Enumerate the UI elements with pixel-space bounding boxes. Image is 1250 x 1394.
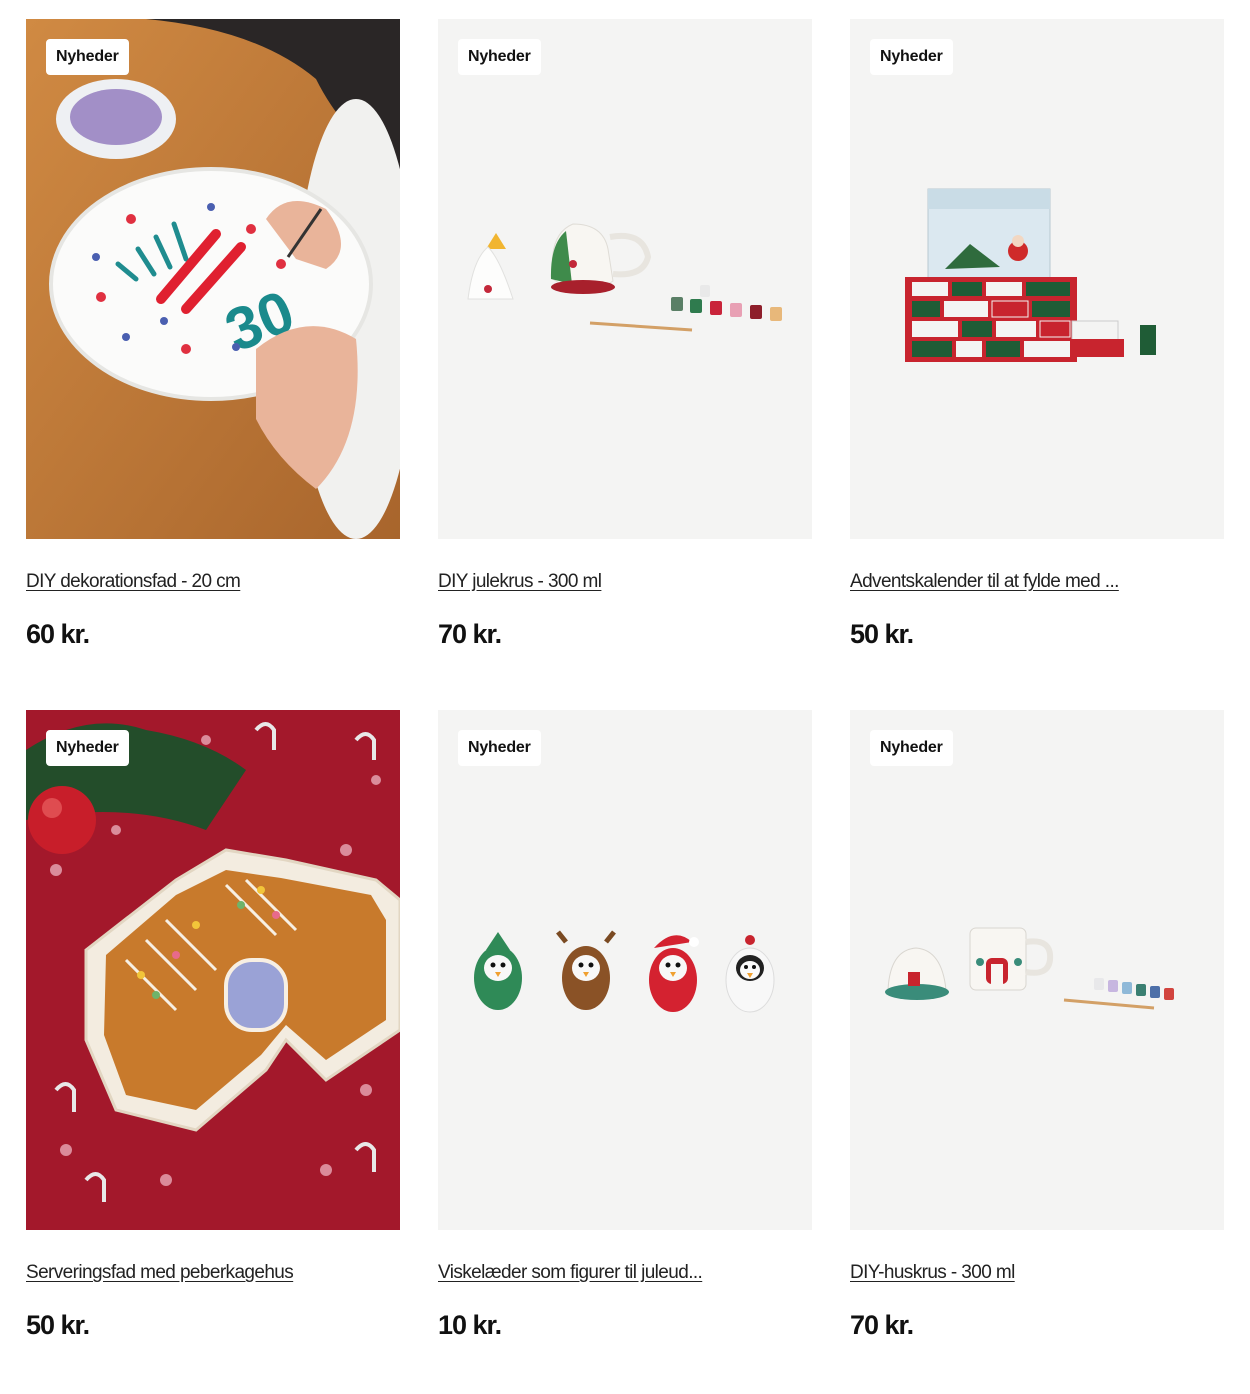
- product-title-link[interactable]: Adventskalender til at fylde med ...: [850, 571, 1119, 593]
- product-price: 50 kr.: [26, 1310, 90, 1340]
- new-badge: Nyheder: [46, 39, 129, 75]
- product-card[interactable]: Nyheder Serveringsfad med peberkagehus 5…: [26, 710, 400, 1341]
- product-card[interactable]: Nyheder DIY-huskrus - 300 ml 70 kr.: [850, 710, 1224, 1341]
- product-price: 50 kr.: [850, 619, 914, 649]
- product-image[interactable]: Nyheder: [850, 19, 1224, 539]
- penguin-snowman: [725, 935, 775, 1013]
- product-image[interactable]: 30 Nyheder: [26, 19, 400, 539]
- product-photo-advent-calendar-box: [905, 188, 1156, 362]
- product-photo-gingerbread-plate: [26, 710, 400, 1230]
- product-image[interactable]: Nyheder: [438, 710, 812, 1230]
- product-title-link[interactable]: Serveringsfad med peberkagehus: [26, 1262, 294, 1284]
- product-price: 70 kr.: [850, 1310, 914, 1340]
- product-price: 60 kr.: [26, 619, 90, 649]
- product-photo-penguin-erasers: [474, 930, 775, 1013]
- penguin-reindeer: [556, 930, 616, 1010]
- product-grid: 30 Nyheder DIY dekorationsfad - 20 cm 60…: [0, 0, 1250, 1394]
- new-badge: Nyheder: [46, 730, 129, 766]
- product-price: 70 kr.: [438, 619, 502, 649]
- product-title-link[interactable]: Viskelæder som figurer til juleud...: [438, 1262, 703, 1284]
- new-badge: Nyheder: [458, 39, 541, 75]
- product-title-link[interactable]: DIY dekorationsfad - 20 cm: [26, 571, 241, 593]
- penguin-tree: [474, 932, 522, 1010]
- new-badge: Nyheder: [870, 39, 953, 75]
- product-card[interactable]: Nyheder DIY julekrus - 300 ml 70 kr.: [438, 19, 812, 650]
- product-card[interactable]: Nyheder Adventskalender til at fylde med…: [850, 19, 1224, 650]
- new-badge: Nyheder: [458, 730, 541, 766]
- product-title-link[interactable]: DIY julekrus - 300 ml: [438, 571, 602, 593]
- product-card[interactable]: 30 Nyheder DIY dekorationsfad - 20 cm 60…: [26, 19, 400, 650]
- product-photo-house-mug-kit: [885, 927, 1174, 1010]
- product-card[interactable]: Nyheder Viskelæder som figurer til juleu…: [438, 710, 812, 1341]
- product-image[interactable]: Nyheder: [438, 19, 812, 539]
- product-photo-plate-painting: 30: [26, 19, 400, 539]
- penguin-santa: [649, 935, 699, 1012]
- new-badge: Nyheder: [870, 730, 953, 766]
- product-price: 10 kr.: [438, 1310, 502, 1340]
- product-image[interactable]: Nyheder: [26, 710, 400, 1230]
- product-title-link[interactable]: DIY-huskrus - 300 ml: [850, 1262, 1015, 1284]
- product-photo-christmas-mug-kit: [467, 223, 782, 332]
- product-image[interactable]: Nyheder: [850, 710, 1224, 1230]
